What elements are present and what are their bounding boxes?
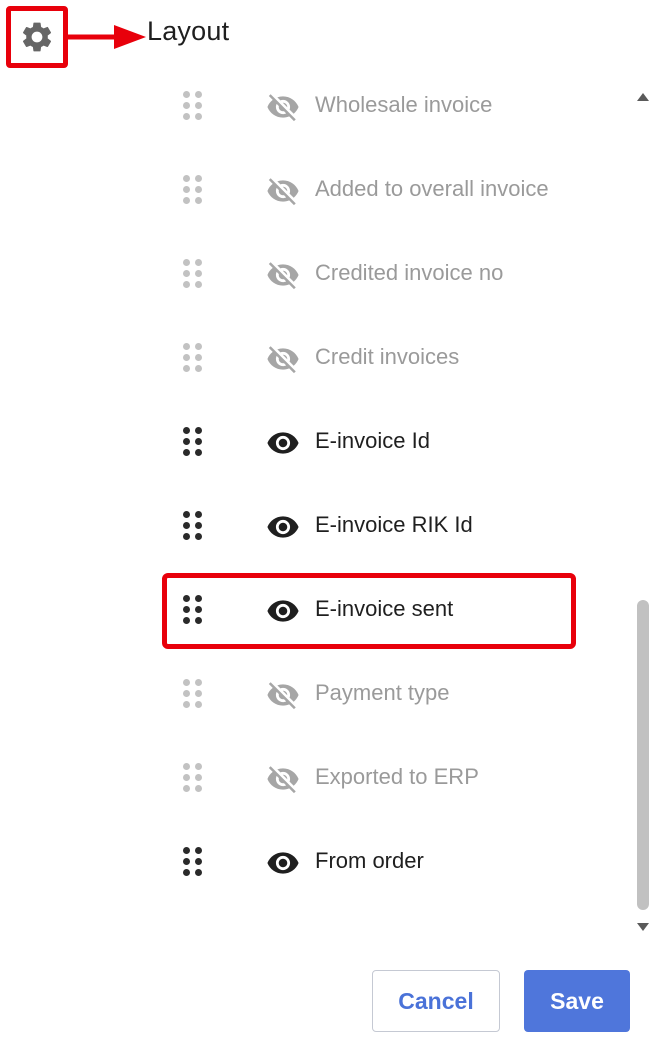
column-list: Wholesale invoice Added to overall invoic… xyxy=(0,64,630,946)
column-row[interactable]: E-invoice Id xyxy=(0,400,630,484)
drag-handle-icon[interactable] xyxy=(182,594,204,626)
column-row[interactable]: Credited invoice no xyxy=(0,232,630,316)
scroll-up-arrow-icon[interactable] xyxy=(636,92,650,102)
drag-handle-icon[interactable] xyxy=(182,342,204,374)
column-row[interactable]: Exported to ERP xyxy=(0,736,630,820)
column-row[interactable]: Added to overall invoice xyxy=(0,148,630,232)
eye-off-icon[interactable] xyxy=(266,174,300,206)
eye-off-icon[interactable] xyxy=(266,762,300,794)
drag-handle-icon[interactable] xyxy=(182,678,204,710)
column-label: From order xyxy=(315,848,424,873)
column-row[interactable]: Credit invoices xyxy=(0,316,630,400)
settings-button[interactable] xyxy=(6,6,68,68)
column-label: E-invoice RIK Id xyxy=(315,512,473,537)
page-title: Layout xyxy=(147,16,230,46)
drag-handle-icon[interactable] xyxy=(182,510,204,542)
eye-off-icon[interactable] xyxy=(266,90,300,122)
eye-icon[interactable] xyxy=(266,510,300,542)
annotation-arrow-icon xyxy=(66,25,146,49)
drag-handle-icon[interactable] xyxy=(182,258,204,290)
drag-handle-icon[interactable] xyxy=(182,174,204,206)
scrollbar-thumb[interactable] xyxy=(637,600,649,910)
gear-icon xyxy=(22,22,52,52)
column-label: Credit invoices xyxy=(315,344,460,369)
save-button[interactable]: Save xyxy=(524,970,630,1032)
column-label: Wholesale invoice xyxy=(315,92,493,117)
eye-icon[interactable] xyxy=(266,594,300,626)
eye-off-icon[interactable] xyxy=(266,678,300,710)
column-label: Exported to ERP xyxy=(315,764,479,789)
eye-off-icon[interactable] xyxy=(266,258,300,290)
drag-handle-icon[interactable] xyxy=(182,426,204,458)
column-label: Added to overall invoice xyxy=(315,176,549,201)
column-row[interactable]: Wholesale invoice xyxy=(0,64,630,148)
column-label: Credited invoice no xyxy=(315,260,504,285)
column-row[interactable]: E-invoice sent xyxy=(0,568,630,652)
column-row[interactable]: Payment type xyxy=(0,652,630,736)
eye-icon[interactable] xyxy=(266,426,300,458)
drag-handle-icon[interactable] xyxy=(182,762,204,794)
scroll-down-arrow-icon[interactable] xyxy=(636,922,650,932)
column-row[interactable]: E-invoice RIK Id xyxy=(0,484,630,568)
drag-handle-icon[interactable] xyxy=(182,846,204,878)
cancel-button[interactable]: Cancel xyxy=(372,970,500,1032)
eye-icon[interactable] xyxy=(266,846,300,878)
drag-handle-icon[interactable] xyxy=(182,90,204,122)
column-row[interactable]: From order xyxy=(0,820,630,904)
column-label: E-invoice Id xyxy=(315,428,430,453)
column-label: E-invoice sent xyxy=(315,596,454,621)
eye-off-icon[interactable] xyxy=(266,342,300,374)
column-label: Payment type xyxy=(315,680,450,705)
